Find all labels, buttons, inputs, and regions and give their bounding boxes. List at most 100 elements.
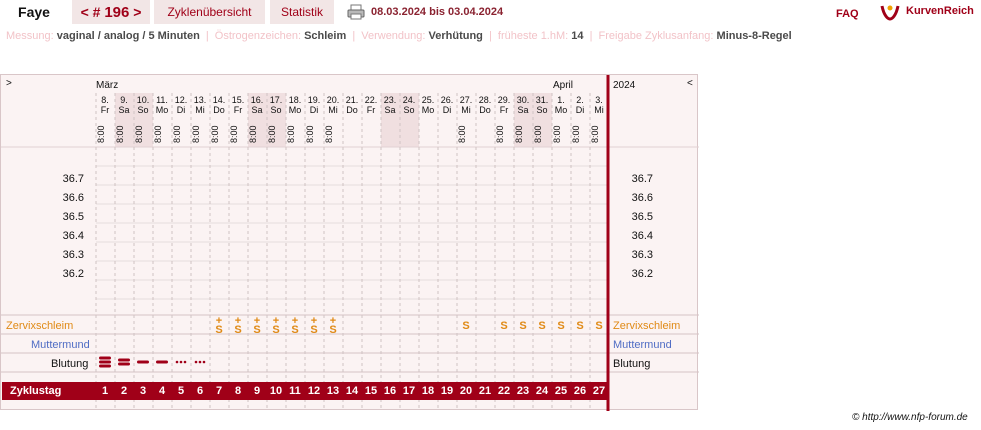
printer-icon[interactable] bbox=[347, 4, 365, 20]
cycle-day-number: 24 bbox=[535, 385, 549, 397]
measure-time: 8:00 bbox=[229, 125, 239, 143]
day-date: 20. bbox=[326, 95, 340, 105]
day-weekday: Di bbox=[176, 105, 186, 115]
day-header[interactable]: 21. Do bbox=[343, 95, 361, 115]
day-date: 30. bbox=[516, 95, 530, 105]
day-header[interactable]: 3. Mi bbox=[590, 95, 608, 115]
day-header[interactable]: 24. So bbox=[400, 95, 418, 115]
chart-nav-back[interactable]: < bbox=[687, 78, 693, 89]
cycle-day-number: 3 bbox=[139, 385, 147, 397]
day-header[interactable]: 23. Sa bbox=[381, 95, 399, 115]
day-weekday: Do bbox=[213, 105, 225, 115]
separator: | bbox=[589, 30, 593, 42]
day-header[interactable]: 10. So bbox=[134, 95, 152, 115]
day-weekday: Mi bbox=[328, 105, 338, 115]
separator: | bbox=[488, 30, 492, 42]
cycle-day-title: Zyklustag bbox=[10, 385, 62, 397]
day-date: 12. bbox=[174, 95, 188, 105]
temp-label-left: 36.5 bbox=[62, 211, 84, 223]
day-header[interactable]: 19. Di bbox=[305, 95, 323, 115]
day-header[interactable]: 8. Fr bbox=[96, 95, 114, 115]
temp-label-left: 36.4 bbox=[62, 230, 84, 242]
mucus-s-plus: + S bbox=[234, 315, 242, 336]
day-header[interactable]: 1. Mo bbox=[552, 95, 570, 115]
day-weekday: Sa bbox=[384, 105, 396, 115]
cycle-day-number: 22 bbox=[497, 385, 511, 397]
day-header[interactable]: 30. Sa bbox=[514, 95, 532, 115]
temp-label-right: 36.2 bbox=[631, 268, 653, 280]
day-weekday: Fr bbox=[366, 105, 376, 115]
day-header[interactable]: 25. Mo bbox=[419, 95, 437, 115]
spotting-dot bbox=[183, 360, 187, 364]
tab-statistics[interactable]: Statistik bbox=[270, 0, 334, 24]
day-weekday: Mi bbox=[461, 105, 471, 115]
bleeding-mark bbox=[118, 358, 130, 362]
chart-nav-forward[interactable]: > bbox=[6, 78, 12, 89]
cycle-day-number: 4 bbox=[158, 385, 166, 397]
faq-link[interactable]: FAQ bbox=[836, 8, 859, 20]
cycle-number: 196 bbox=[104, 4, 130, 21]
tab-cycle-overview[interactable]: Zyklenübersicht bbox=[154, 0, 265, 24]
day-header[interactable]: 15. Fr bbox=[229, 95, 247, 115]
previous-cycle-button[interactable]: < bbox=[81, 4, 89, 20]
mucus-s: S bbox=[500, 320, 508, 332]
estrogen-value: Schleim bbox=[304, 30, 347, 42]
day-weekday: Mo bbox=[554, 105, 568, 115]
day-header[interactable]: 16. Sa bbox=[248, 95, 266, 115]
cycle-navigator: < # 196 > bbox=[72, 0, 150, 24]
day-date: 26. bbox=[440, 95, 454, 105]
date-range: 08.03.2024 bis 03.04.2024 bbox=[371, 6, 504, 18]
cycle-day-number: 13 bbox=[326, 385, 340, 397]
user-name: Faye bbox=[2, 0, 66, 24]
day-header[interactable]: 28. Do bbox=[476, 95, 494, 115]
cycle-day-number: 14 bbox=[345, 385, 359, 397]
month-label-april: April bbox=[553, 80, 574, 91]
temp-label-right: 36.6 bbox=[631, 192, 653, 204]
day-header[interactable]: 26. Di bbox=[438, 95, 456, 115]
day-weekday: So bbox=[536, 105, 548, 115]
spotting-dot bbox=[198, 360, 202, 364]
measure-time: 8:00 bbox=[495, 125, 505, 143]
bleeding-mark bbox=[99, 360, 111, 364]
day-header[interactable]: 18. Mo bbox=[286, 95, 304, 115]
cycle-day-number: 19 bbox=[440, 385, 454, 397]
cycle-day-number: 1 bbox=[101, 385, 109, 397]
settings-summary: Messung: vaginal / analog / 5 Minuten | … bbox=[6, 30, 792, 42]
measure-time: 8:00 bbox=[590, 125, 600, 143]
day-header[interactable]: 9. Sa bbox=[115, 95, 133, 115]
day-weekday: Sa bbox=[118, 105, 130, 115]
cycle-day-number: 10 bbox=[269, 385, 283, 397]
measure-time: 8:00 bbox=[305, 125, 315, 143]
day-header[interactable]: 11. Mo bbox=[153, 95, 171, 115]
day-date: 17. bbox=[269, 95, 283, 105]
day-weekday: So bbox=[137, 105, 149, 115]
day-weekday: Mi bbox=[594, 105, 604, 115]
cycle-day-number: 26 bbox=[573, 385, 587, 397]
day-date: 18. bbox=[288, 95, 302, 105]
day-header[interactable]: 2. Di bbox=[571, 95, 589, 115]
day-header[interactable]: 12. Di bbox=[172, 95, 190, 115]
day-header[interactable]: 29. Fr bbox=[495, 95, 513, 115]
day-date: 9. bbox=[120, 95, 128, 105]
day-weekday: Di bbox=[309, 105, 319, 115]
day-header[interactable]: 27. Mi bbox=[457, 95, 475, 115]
mucus-s: S bbox=[557, 320, 565, 332]
day-weekday: Di bbox=[575, 105, 585, 115]
measure-time: 8:00 bbox=[210, 125, 220, 143]
day-header[interactable]: 22. Fr bbox=[362, 95, 380, 115]
day-header[interactable]: 31. So bbox=[533, 95, 551, 115]
day-date: 28. bbox=[478, 95, 492, 105]
day-header[interactable]: 20. Mi bbox=[324, 95, 342, 115]
copyright: © http://www.nfp-forum.de bbox=[852, 412, 968, 423]
day-header[interactable]: 13. Mi bbox=[191, 95, 209, 115]
bleeding-mark bbox=[137, 360, 149, 364]
day-header[interactable]: 17. So bbox=[267, 95, 285, 115]
next-cycle-button[interactable]: > bbox=[133, 4, 141, 20]
day-header[interactable]: 14. Do bbox=[210, 95, 228, 115]
cycle-label: # bbox=[92, 4, 101, 20]
cycle-day-number: 20 bbox=[459, 385, 473, 397]
day-weekday: So bbox=[403, 105, 415, 115]
temp-label-right: 36.3 bbox=[631, 249, 653, 261]
row-label-bleeding: Blutung bbox=[51, 358, 89, 370]
usage-value: Verhütung bbox=[428, 30, 483, 42]
